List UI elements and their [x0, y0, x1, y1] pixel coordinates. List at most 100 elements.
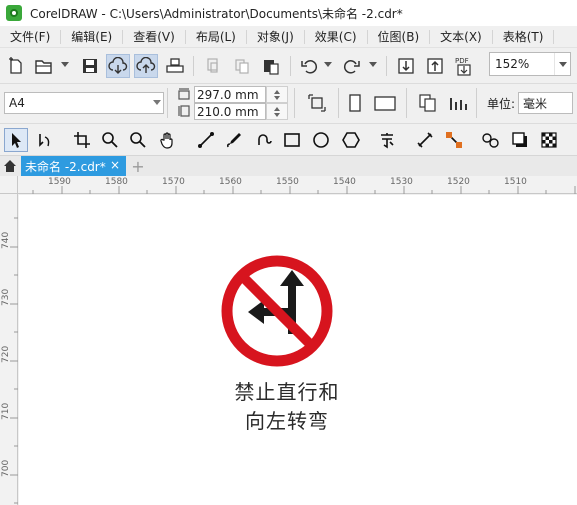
units-label: 单位:	[487, 97, 516, 111]
ruler-label: 1510	[504, 177, 527, 187]
menu-object[interactable]: 对象(J)	[247, 29, 305, 44]
tab-document-label: 未命名 -2.cdr*	[25, 159, 106, 174]
ruler-label: 1520	[447, 177, 470, 187]
copy-icon[interactable]	[230, 54, 254, 78]
import-icon[interactable]	[394, 54, 418, 78]
undo-icon[interactable]	[297, 54, 321, 78]
ruler-label: 1530	[390, 177, 413, 187]
menu-edit[interactable]: 编辑(E)	[61, 29, 124, 44]
ruler-label: 1560	[219, 177, 242, 187]
shape-tool-icon[interactable]	[33, 128, 57, 152]
vertical-ruler[interactable]: 740 730 720 710 700	[0, 194, 18, 505]
ruler-label: 1550	[276, 177, 299, 187]
ruler-origin[interactable]	[0, 176, 18, 194]
ruler-label: 1540	[333, 177, 356, 187]
portrait-icon[interactable]	[346, 93, 364, 113]
landscape-icon[interactable]	[373, 93, 397, 113]
cloud-upload-icon[interactable]	[134, 54, 158, 78]
new-tab-button[interactable]: +	[128, 156, 148, 176]
page-size-select[interactable]: A4	[4, 92, 164, 114]
redo-dropdown-chevron-icon[interactable]	[369, 62, 377, 67]
property-divider	[294, 88, 295, 118]
menu-view[interactable]: 查看(V)	[123, 29, 186, 44]
menu-text[interactable]: 文本(X)	[430, 29, 493, 44]
menu-layout[interactable]: 布局(L)	[186, 29, 247, 44]
ruler-label: 710	[1, 402, 11, 420]
pdf-icon[interactable]: PDF	[452, 54, 476, 78]
page-size-chevron-icon[interactable]	[153, 100, 161, 105]
pan-zoom-tool-icon[interactable]	[126, 128, 150, 152]
sign-caption-line-1[interactable]: 禁止直行和	[217, 376, 357, 405]
crop-tool-icon[interactable]	[70, 128, 94, 152]
menu-effects[interactable]: 效果(C)	[305, 29, 368, 44]
open-folder-icon[interactable]	[32, 54, 56, 78]
page-width-spinner[interactable]	[266, 86, 288, 103]
rectangle-tool-icon[interactable]	[280, 128, 304, 152]
ellipse-tool-icon[interactable]	[309, 128, 333, 152]
page-height-field[interactable]: 210.0 mm	[194, 103, 266, 120]
toolbox	[0, 124, 577, 156]
ruler-label: 720	[1, 345, 11, 363]
sign-caption-line-2[interactable]: 向左转弯	[217, 405, 357, 434]
ruler-label: 700	[1, 459, 11, 477]
page-width-field[interactable]: 297.0 mm	[194, 86, 266, 103]
page-size-value: A4	[9, 96, 25, 110]
zoom-level-value: 152%	[495, 57, 530, 71]
save-icon[interactable]	[78, 54, 102, 78]
zoom-level-select[interactable]: 152%	[489, 52, 571, 76]
undo-dropdown-chevron-icon[interactable]	[324, 62, 332, 67]
connector-tool-icon[interactable]	[442, 128, 466, 152]
ruler-label: 1590	[48, 177, 71, 187]
toolbar-divider	[290, 56, 291, 76]
property-divider	[167, 88, 168, 118]
tab-document[interactable]: 未命名 -2.cdr* ×	[21, 156, 126, 176]
page-height-icon	[178, 105, 190, 117]
page-width-icon	[178, 88, 190, 100]
units-select[interactable]: 毫米	[518, 92, 573, 114]
pan-hand-tool-icon[interactable]	[156, 128, 180, 152]
new-document-icon[interactable]	[4, 54, 28, 78]
export-icon[interactable]	[423, 54, 447, 78]
zoom-dropdown-chevron-icon[interactable]	[554, 53, 570, 75]
blend-tool-icon[interactable]	[479, 128, 503, 152]
document-tab-bar: 未命名 -2.cdr* × +	[0, 156, 577, 176]
horizontal-ruler[interactable]: 1590 1580 1570 1560 1550 1540 1530 1520 …	[0, 176, 577, 194]
transparency-tool-icon[interactable]	[537, 128, 561, 152]
page-height-spinner[interactable]	[266, 103, 288, 120]
ruler-label: 1570	[162, 177, 185, 187]
redo-icon[interactable]	[340, 54, 364, 78]
drop-shadow-tool-icon[interactable]	[508, 128, 532, 152]
paste-icon[interactable]	[259, 54, 283, 78]
close-tab-icon[interactable]: ×	[110, 158, 120, 172]
menu-file[interactable]: 文件(F)	[0, 29, 62, 44]
artistic-media-tool-icon[interactable]	[222, 128, 246, 152]
property-divider	[476, 88, 477, 118]
drawing-canvas[interactable]: 禁止直行和 向左转弯	[19, 195, 577, 505]
no-straight-or-left-turn-sign-icon[interactable]	[220, 254, 334, 368]
cut-icon[interactable]	[201, 54, 225, 78]
ruler-label: 1580	[105, 177, 128, 187]
current-page-icon[interactable]	[447, 92, 469, 114]
bleed-icon[interactable]	[307, 93, 327, 113]
freehand-tool-icon[interactable]	[194, 128, 218, 152]
parallel-dimension-tool-icon[interactable]	[413, 128, 437, 152]
open-dropdown-chevron-icon[interactable]	[61, 62, 69, 67]
polygon-tool-icon[interactable]	[339, 128, 363, 152]
coreldraw-logo-icon	[6, 5, 22, 21]
menu-table[interactable]: 表格(T)	[493, 29, 555, 44]
pick-tool-icon[interactable]	[4, 128, 28, 152]
home-icon[interactable]	[0, 156, 20, 176]
bezier-tool-icon[interactable]	[252, 128, 276, 152]
ruler-label: 730	[1, 288, 11, 306]
cloud-download-icon[interactable]	[106, 54, 130, 78]
zoom-tool-icon[interactable]	[98, 128, 122, 152]
print-icon[interactable]	[163, 54, 187, 78]
property-divider	[338, 88, 339, 118]
all-pages-icon[interactable]	[417, 92, 439, 114]
toolbar-divider	[193, 56, 194, 76]
text-tool-icon[interactable]	[375, 128, 399, 152]
toolbar-divider	[386, 56, 387, 76]
ruler-label: 740	[1, 231, 11, 249]
menu-bitmaps[interactable]: 位图(B)	[368, 29, 431, 44]
property-divider	[406, 88, 407, 118]
